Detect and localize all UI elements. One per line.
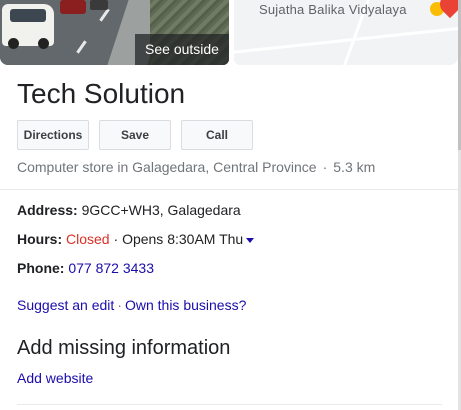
- save-button[interactable]: Save: [99, 120, 171, 150]
- divider: [0, 189, 458, 190]
- hours-label: Hours:: [17, 231, 63, 247]
- hours-row: Hours: Closed · Opens 8:30AM Thu: [17, 231, 255, 247]
- address-label: Address:: [17, 202, 78, 218]
- phone-row: Phone: 077 872 3433: [17, 260, 154, 276]
- missing-info-heading: Add missing information: [17, 337, 231, 359]
- business-name: Tech Solution: [17, 78, 186, 109]
- car-red: [60, 0, 86, 14]
- map-road: [234, 24, 458, 55]
- edit-links: Suggest an edit · Own this business?: [17, 297, 246, 313]
- directions-button[interactable]: Directions: [17, 120, 89, 150]
- address-row: Address: 9GCC+WH3, Galagedara: [17, 202, 241, 218]
- chevron-down-icon[interactable]: [246, 237, 255, 243]
- category-text: Computer store in Galagedara, Central Pr…: [17, 159, 317, 175]
- van-window: [10, 9, 46, 22]
- van-wheel: [38, 38, 49, 49]
- street-view-photo[interactable]: See outside: [0, 0, 229, 65]
- van-wheel: [8, 38, 19, 49]
- panel-header-images: See outside Sujatha Balika Vidyalaya: [0, 0, 458, 65]
- hours-next-open[interactable]: Opens 8:30AM Thu: [122, 231, 243, 247]
- add-website-link[interactable]: Add website: [17, 370, 93, 386]
- divider: [17, 404, 442, 405]
- see-outside-button[interactable]: See outside: [135, 34, 229, 65]
- hours-status: Closed: [66, 231, 110, 247]
- knowledge-panel: See outside Sujatha Balika Vidyalaya Tec…: [0, 0, 458, 410]
- car-dark: [90, 0, 108, 10]
- van: [2, 4, 54, 49]
- own-business-link[interactable]: Own this business?: [125, 297, 246, 313]
- business-category: Computer store in Galagedara, Central Pr…: [17, 159, 375, 175]
- phone-link[interactable]: 077 872 3433: [68, 260, 154, 276]
- call-button[interactable]: Call: [181, 120, 253, 150]
- phone-label: Phone:: [17, 260, 65, 276]
- map-thumbnail[interactable]: Sujatha Balika Vidyalaya: [234, 0, 458, 65]
- map-place-label: Sujatha Balika Vidyalaya: [259, 2, 407, 17]
- separator-dot: ·: [322, 159, 328, 175]
- suggest-edit-link[interactable]: Suggest an edit: [17, 297, 114, 313]
- distance-text: 5.3 km: [333, 159, 376, 175]
- address-value: 9GCC+WH3, Galagedara: [81, 202, 241, 218]
- separator-dot: ·: [117, 297, 122, 313]
- separator-dot: ·: [113, 231, 119, 247]
